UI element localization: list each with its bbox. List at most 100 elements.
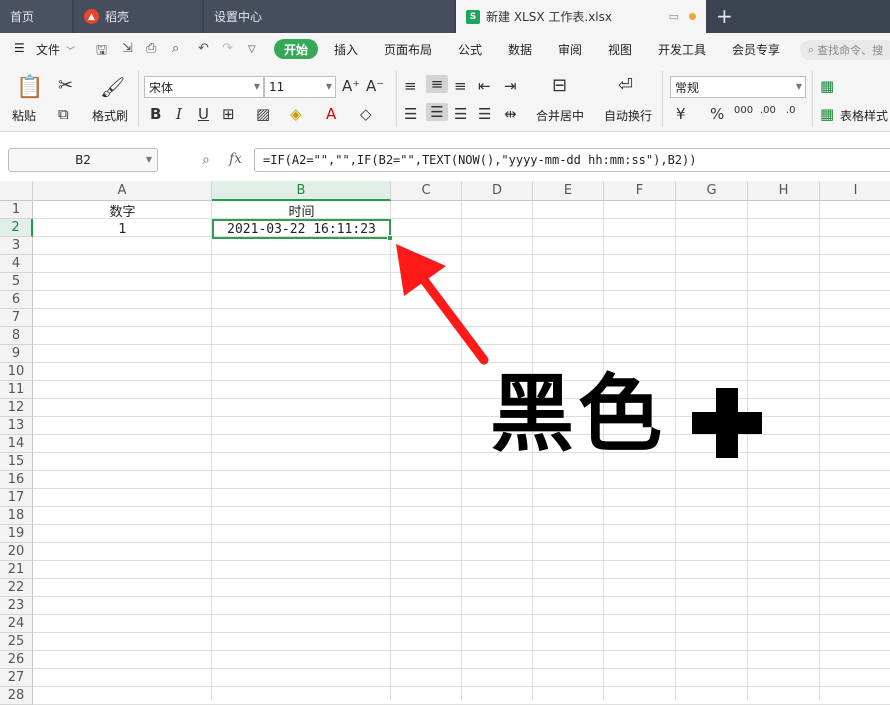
cut-icon[interactable]: ✂ — [58, 75, 73, 96]
fill-pattern-icon[interactable]: ▨ — [256, 105, 270, 123]
clipboard-icon[interactable]: 📋 — [16, 75, 43, 100]
column-header-g[interactable]: G — [676, 181, 748, 201]
tab-settings[interactable]: 设置中心 — [204, 0, 454, 33]
row-header-26[interactable]: 26 — [0, 651, 33, 669]
clear-icon[interactable]: ◇ — [360, 105, 372, 123]
column-header-b[interactable]: B — [212, 181, 391, 201]
underline-icon[interactable]: U — [198, 105, 209, 123]
border-icon[interactable]: ⊞ — [222, 105, 235, 123]
row-header-16[interactable]: 16 — [0, 471, 33, 489]
format-painter-button[interactable]: 格式刷 — [92, 107, 128, 124]
row-header-15[interactable]: 15 — [0, 453, 33, 471]
chevron-down-icon[interactable]: ﹀ — [66, 44, 75, 57]
decrease-font-icon[interactable]: A⁻ — [366, 77, 384, 95]
increase-font-icon[interactable]: A⁺ — [342, 77, 360, 95]
row-header-13[interactable]: 13 — [0, 417, 33, 435]
column-header-a[interactable]: A — [33, 181, 212, 201]
save-icon[interactable]: 🖫 — [96, 41, 107, 63]
align-right-icon[interactable]: ☰ — [454, 105, 467, 123]
italic-icon[interactable]: I — [176, 105, 182, 123]
row-header-12[interactable]: 12 — [0, 399, 33, 417]
cell-a2[interactable]: 1 — [33, 220, 212, 238]
row-header-20[interactable]: 20 — [0, 543, 33, 561]
increase-decimal-icon[interactable]: .00 — [760, 105, 776, 116]
conditional-format-icon[interactable]: ▦ — [820, 77, 834, 95]
row-header-14[interactable]: 14 — [0, 435, 33, 453]
row-header-9[interactable]: 9 — [0, 345, 33, 363]
table-style-icon[interactable]: ▦ — [820, 105, 834, 123]
currency-icon[interactable]: ¥ — [676, 105, 686, 123]
distribute-icon[interactable]: ⇹ — [504, 105, 517, 123]
function-icon[interactable]: fx — [229, 151, 242, 167]
menu-insert[interactable]: 插入 — [334, 41, 358, 58]
merge-center-button[interactable]: 合并居中 — [536, 107, 584, 124]
row-header-24[interactable]: 24 — [0, 615, 33, 633]
row-header-2[interactable]: 2 — [0, 219, 33, 237]
align-middle-icon[interactable]: ≡ — [426, 75, 448, 93]
row-header-27[interactable]: 27 — [0, 669, 33, 687]
row-header-21[interactable]: 21 — [0, 561, 33, 579]
row-header-7[interactable]: 7 — [0, 309, 33, 327]
column-header-f[interactable]: F — [604, 181, 676, 201]
thousands-icon[interactable]: 000 — [734, 105, 753, 116]
column-header-e[interactable]: E — [533, 181, 604, 201]
row-header-8[interactable]: 8 — [0, 327, 33, 345]
font-color-icon[interactable]: A — [326, 105, 336, 123]
align-bottom-icon[interactable]: ≡ — [454, 77, 467, 95]
percent-icon[interactable]: % — [710, 105, 724, 123]
row-header-3[interactable]: 3 — [0, 237, 33, 255]
row-header-22[interactable]: 22 — [0, 579, 33, 597]
print-icon[interactable]: ⎙ — [146, 41, 156, 56]
merge-center-icon[interactable]: ⊟ — [552, 75, 567, 96]
row-header-19[interactable]: 19 — [0, 525, 33, 543]
menu-formulas[interactable]: 公式 — [458, 41, 482, 58]
menu-page-layout[interactable]: 页面布局 — [384, 41, 432, 58]
row-header-1[interactable]: 1 — [0, 201, 33, 219]
row-header-4[interactable]: 4 — [0, 255, 33, 273]
new-tab-button[interactable]: + — [716, 4, 733, 28]
table-style-button[interactable]: 表格样式 — [840, 107, 888, 124]
wrap-text-button[interactable]: 自动换行 — [604, 107, 652, 124]
undo-icon[interactable]: ↶ — [198, 41, 209, 56]
copy-icon[interactable]: ⧉ — [58, 105, 69, 123]
tab-workbook[interactable]: S 新建 XLSX 工作表.xlsx ▭ — [456, 0, 706, 33]
wrap-text-icon[interactable]: ⏎ — [618, 75, 633, 96]
justify-icon[interactable]: ☰ — [478, 105, 491, 123]
menu-data[interactable]: 数据 — [508, 41, 532, 58]
menu-member[interactable]: 会员专享 — [732, 41, 780, 58]
menu-file[interactable]: 文件 — [36, 41, 60, 58]
column-header-d[interactable]: D — [462, 181, 533, 201]
indent-decrease-icon[interactable]: ⇤ — [478, 77, 491, 95]
row-header-10[interactable]: 10 — [0, 363, 33, 381]
format-painter-icon[interactable]: 🖌 — [100, 75, 125, 99]
row-header-23[interactable]: 23 — [0, 597, 33, 615]
tab-docer[interactable]: ▲ 稻壳 — [74, 0, 202, 33]
paste-button[interactable]: 粘贴 — [12, 107, 36, 124]
fill-color-icon[interactable]: ◈ — [290, 105, 302, 123]
align-center-icon[interactable]: ☰ — [426, 103, 448, 121]
print-preview-icon[interactable]: ⌕ — [172, 41, 179, 56]
select-all-corner[interactable] — [0, 181, 33, 201]
command-search[interactable]: ⌕ 查找命令、搜 — [800, 40, 890, 60]
font-size-select[interactable]: 11 ▼ — [264, 76, 336, 98]
cell-a1[interactable]: 数字 — [33, 201, 212, 220]
row-header-6[interactable]: 6 — [0, 291, 33, 309]
menu-review[interactable]: 审阅 — [558, 41, 582, 58]
zoom-icon[interactable]: ⌕ — [202, 152, 210, 168]
row-header-25[interactable]: 25 — [0, 633, 33, 651]
column-header-i[interactable]: I — [820, 181, 890, 201]
menu-start[interactable]: 开始 — [274, 39, 318, 59]
column-header-c[interactable]: C — [391, 181, 462, 201]
row-header-28[interactable]: 28 — [0, 687, 33, 705]
font-name-select[interactable]: 宋体 ▼ — [144, 76, 264, 98]
row-header-11[interactable]: 11 — [0, 381, 33, 399]
row-header-18[interactable]: 18 — [0, 507, 33, 525]
tab-home[interactable]: 首页 — [0, 0, 72, 33]
cell-b1[interactable]: 时间 — [212, 201, 391, 220]
redo-icon[interactable]: ↷ — [222, 41, 233, 56]
number-format-select[interactable]: 常规 ▼ — [670, 76, 806, 98]
indent-increase-icon[interactable]: ⇥ — [504, 77, 517, 95]
align-left-icon[interactable]: ☰ — [404, 105, 417, 123]
align-top-icon[interactable]: ≡ — [404, 77, 417, 95]
row-header-5[interactable]: 5 — [0, 273, 33, 291]
